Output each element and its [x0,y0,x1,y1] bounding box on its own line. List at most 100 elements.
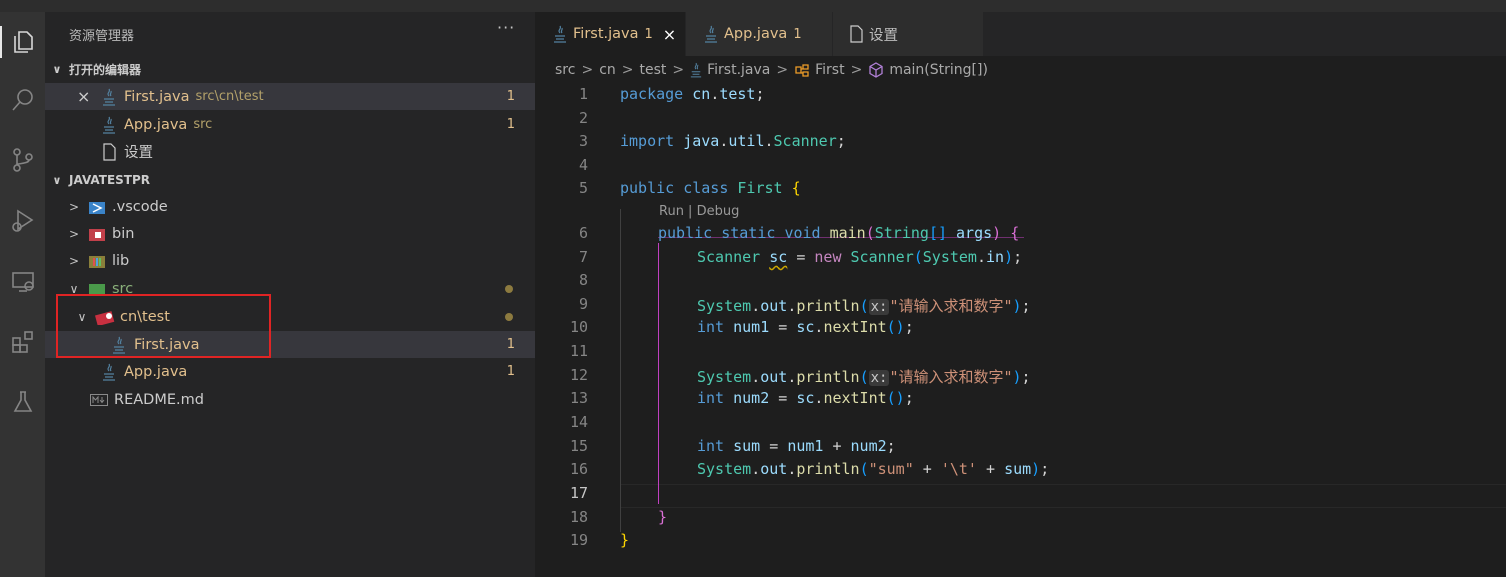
line-number: 16 [569,460,588,478]
line-number: 10 [569,318,588,336]
editor-area: First.java 1 × App.java 1 设置 src > cn > te… [535,12,1506,577]
modified-dot [505,285,513,293]
breadcrumb-cn[interactable]: cn [599,62,616,78]
vscode-folder-icon [87,197,107,217]
class-icon [794,63,810,77]
java-file-icon [553,25,567,43]
code-line: System.out.println("sum" + '\t' + sum); [697,460,1050,478]
testing-icon[interactable] [0,382,45,422]
chevron-down-icon: ∨ [52,173,62,187]
modified-dot [505,313,513,321]
java-file-icon [99,362,119,382]
remote-explorer-icon[interactable] [0,262,45,302]
close-icon[interactable]: × [77,87,90,106]
parameter-hint: x: [868,370,890,386]
open-editor-item-first[interactable]: × First.java src\cn\test 1 [45,83,535,110]
tab-settings[interactable]: 设置 [833,12,983,56]
code-line: int num1 = sc.nextInt(); [697,318,914,336]
chevron-right-icon: > [68,199,80,214]
chevron-down-icon: ∨ [52,62,62,76]
chevron-right-icon: > [68,253,80,268]
line-number: 15 [569,437,588,455]
code-line: int num2 = sc.nextInt(); [697,389,914,407]
source-control-icon[interactable] [0,140,45,180]
line-number: 14 [569,413,588,431]
problem-badge: 1 [506,337,515,352]
tab-first-java[interactable]: First.java 1 × [535,12,685,56]
code-line: } [658,508,668,526]
line-number: 9 [578,295,588,313]
line-number: 1 [578,85,588,103]
chevron-right-icon: > [68,226,80,241]
java-file-icon [690,62,702,78]
markdown-icon [89,390,109,410]
code-line: package cn.test; [620,85,765,103]
more-actions-button[interactable]: ··· [497,18,515,37]
bin-folder-icon [87,224,107,244]
problem-badge: 1 [506,117,515,132]
problem-badge: 1 [506,364,515,379]
code-line: System.out.println(x: "请输入求和数字"); [697,297,1031,315]
code-line: } [620,531,630,549]
java-file-icon [99,115,119,135]
breadcrumb-file[interactable]: First.java [707,62,770,78]
search-icon[interactable] [0,80,45,120]
line-number: 3 [578,132,588,150]
open-editor-item-app[interactable]: App.java src 1 [45,111,535,138]
problem-badge: 1 [506,89,515,104]
breadcrumb-src[interactable]: src [555,62,575,78]
code-line: Scanner sc = new Scanner(System.in); [697,248,1023,266]
line-number: 5 [578,179,588,197]
tree-item-readme[interactable]: README.md [45,386,535,413]
explorer-title: 资源管理器 [69,29,135,44]
code-line: public class First { [620,179,801,197]
tab-app-java[interactable]: App.java 1 [686,12,832,56]
line-number: 4 [578,156,588,174]
tab-bar: First.java 1 × App.java 1 设置 [535,12,1506,56]
line-number: 8 [578,271,588,289]
code-line: int sum = num1 + num2; [697,437,896,455]
line-number: 18 [569,508,588,526]
explorer-icon[interactable] [0,22,45,62]
current-line-highlight [620,484,1506,508]
code-lens-run-debug[interactable]: Run | Debug [659,204,739,219]
breadcrumb: src > cn > test > First.java > First > main(S… [555,62,988,78]
tree-item-lib[interactable]: > lib [45,247,535,274]
breadcrumb-test[interactable]: test [640,62,667,78]
line-number-current: 17 [569,484,588,502]
line-number: 11 [569,342,588,360]
line-number: 7 [578,248,588,266]
bracket-guide [658,243,659,504]
java-file-icon [99,87,119,107]
lib-folder-icon [87,251,107,271]
open-editor-item-settings[interactable]: 设置 [45,138,535,165]
project-header[interactable]: ∨ JAVATESTPR [45,169,535,191]
run-debug-icon[interactable] [0,200,45,240]
tree-item-app-java[interactable]: App.java 1 [45,358,535,385]
line-number: 19 [569,531,588,549]
breadcrumb-class[interactable]: First [815,62,844,78]
line-number: 6 [578,224,588,242]
parameter-hint: x: [868,299,890,315]
breadcrumb-method[interactable]: main(String[]) [889,62,988,78]
code-editor[interactable]: 1 2 3 4 5 6 7 8 9 10 11 12 13 14 15 16 1… [535,82,1506,577]
file-icon [99,142,119,162]
line-number: 13 [569,389,588,407]
file-icon [849,25,863,43]
annotation-highlight-box [56,294,271,358]
open-editors-header[interactable]: ∨ 打开的编辑器 [45,58,535,80]
tree-item-bin[interactable]: > bin [45,220,535,247]
indent-guide [620,209,621,532]
method-icon [868,62,884,78]
extensions-icon[interactable] [0,322,45,362]
title-bar-strip [0,0,1506,12]
activity-bar [0,12,45,577]
code-line: System.out.println(x: "请输入求和数字"); [697,368,1031,386]
java-file-icon [704,25,718,43]
tree-item-vscode[interactable]: > .vscode [45,193,535,220]
code-line: public static void main(String[] args) { [658,224,1020,242]
code-line: import java.util.Scanner; [620,132,846,150]
line-number: 2 [578,109,588,127]
line-number: 12 [569,366,588,384]
close-icon[interactable]: × [663,25,676,44]
